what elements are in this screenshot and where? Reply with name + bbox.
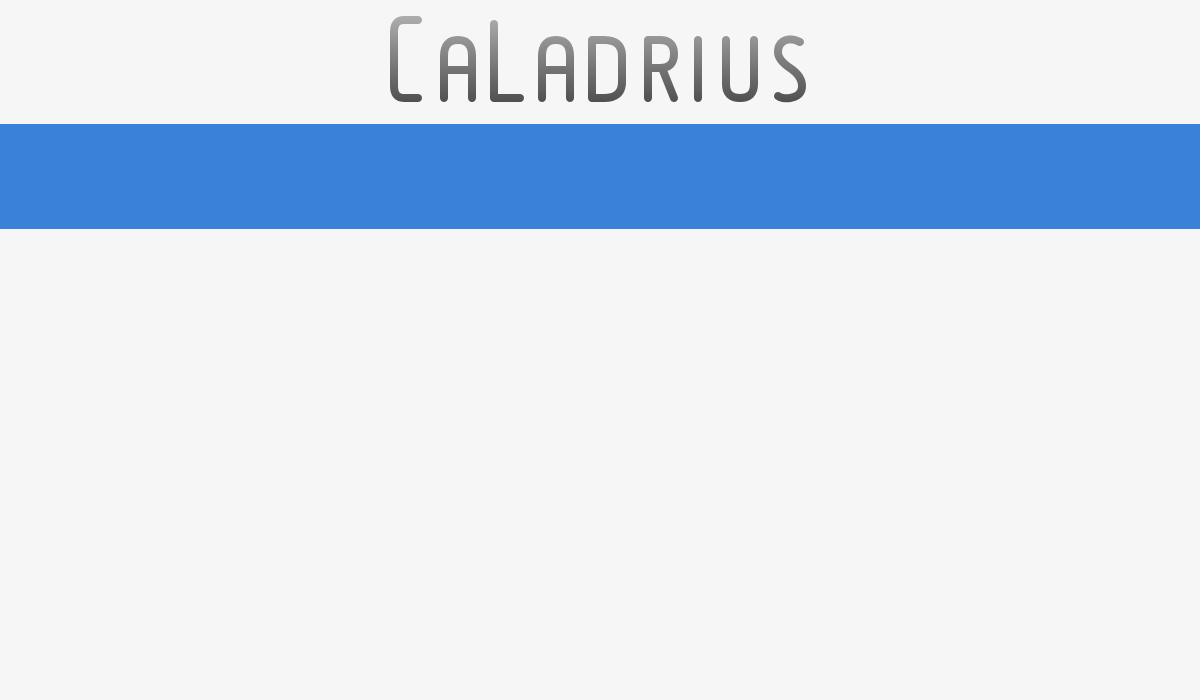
site-header bbox=[0, 0, 1200, 124]
navigation-bar bbox=[0, 124, 1200, 229]
site-logo[interactable] bbox=[0, 0, 1200, 124]
main-content-area bbox=[0, 229, 1200, 700]
